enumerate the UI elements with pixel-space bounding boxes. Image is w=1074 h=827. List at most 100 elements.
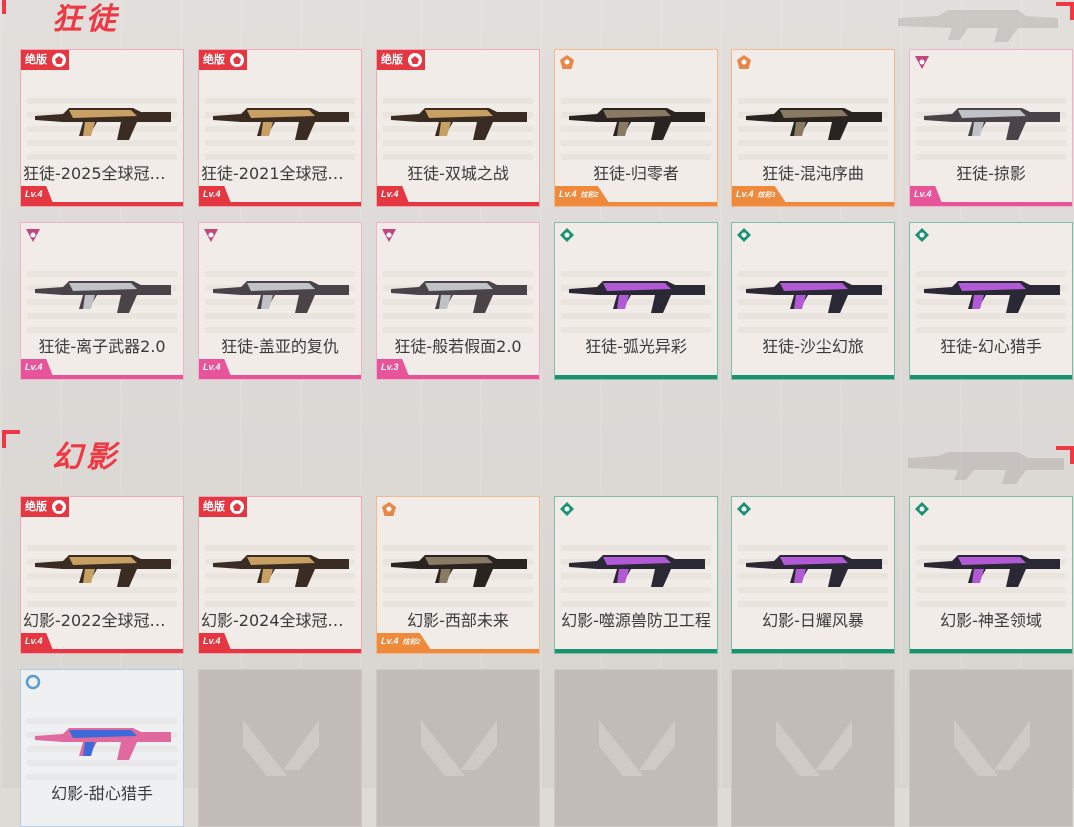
skin-card[interactable]: 狂徒-混沌序曲 Lv.4 炫彩3	[731, 49, 895, 207]
skin-card[interactable]: 绝版 狂徒-双城之战 Lv.4	[376, 49, 540, 207]
rarity-bar	[199, 649, 361, 653]
skin-name: 狂徒-弧光异彩	[585, 337, 687, 356]
skin-name: 狂徒-2025全球冠军赛	[23, 164, 182, 183]
phantom-silhouette-icon	[908, 452, 1064, 484]
rarity-bar	[910, 375, 1072, 379]
weapon-image	[746, 555, 882, 587]
weapon-image	[391, 555, 527, 587]
skin-card[interactable]: 幻影-噬源兽防卫工程	[554, 496, 718, 654]
skin-card[interactable]: 幻影-日耀风暴	[731, 496, 895, 654]
weapon-image	[35, 281, 171, 313]
skin-card[interactable]: 绝版 狂徒-2025全球冠军赛 Lv.4	[20, 49, 184, 207]
skin-name: 狂徒-幻心猎手	[940, 337, 1042, 356]
diamond-tier-icon	[560, 502, 574, 516]
valorant-logo-icon	[776, 720, 852, 776]
discontinued-badge: 绝版	[199, 497, 247, 517]
triangle-tier-icon	[915, 56, 929, 69]
weapon-image	[924, 555, 1060, 587]
weapon-image	[213, 281, 349, 313]
level-label: Lv.4	[25, 362, 43, 372]
skin-card[interactable]: 狂徒-离子武器2.0 Lv.4	[20, 222, 184, 380]
level-badge: Lv.4 炫彩2	[377, 633, 431, 649]
level-badge: Lv.4	[377, 186, 409, 202]
rarity-bar	[732, 202, 894, 206]
gem-icon	[52, 53, 66, 67]
skin-name: 狂徒-沙尘幻旅	[762, 337, 864, 356]
variant-label: 炫彩2	[580, 192, 599, 199]
section-corner-left	[2, 430, 20, 448]
discontinued-badge: 绝版	[199, 50, 247, 70]
discontinued-badge-label: 绝版	[203, 501, 225, 513]
empty-slot	[909, 669, 1073, 827]
skin-card[interactable]: 狂徒-沙尘幻旅	[731, 222, 895, 380]
level-label: Lv.4	[736, 189, 754, 199]
circle-tier-icon	[25, 674, 41, 690]
level-badge: Lv.4	[199, 359, 231, 375]
level-label: Lv.4	[203, 362, 221, 372]
rarity-bar	[377, 649, 539, 653]
level-label: Lv.4	[381, 636, 399, 646]
weapon-image	[569, 281, 705, 313]
skin-card[interactable]: 幻影-神圣领域	[909, 496, 1073, 654]
valorant-logo-icon	[243, 720, 319, 776]
rarity-bar	[21, 375, 183, 379]
section-corner-right	[1056, 2, 1074, 20]
skin-card[interactable]: 绝版狂徒-2021全球冠军赛 Lv.4	[198, 49, 362, 207]
triangle-tier-icon	[26, 229, 40, 242]
skin-card[interactable]: 狂徒-归零者 Lv.4 炫彩2	[554, 49, 718, 207]
rarity-bar	[199, 375, 361, 379]
rarity-bar	[732, 375, 894, 379]
discontinued-badge-label: 绝版	[25, 501, 47, 513]
skin-name: 狂徒-掠影	[956, 164, 1026, 183]
rarity-bar	[21, 649, 183, 653]
level-badge: Lv.4	[199, 633, 231, 649]
rarity-bar	[555, 202, 717, 206]
section-title-phantom: 幻影	[52, 440, 120, 475]
rarity-bar	[555, 375, 717, 379]
skin-card[interactable]: 狂徒-幻心猎手	[909, 222, 1073, 380]
level-badge: Lv.4	[21, 359, 53, 375]
skin-card[interactable]: 幻影-西部未来 Lv.4 炫彩2	[376, 496, 540, 654]
skin-name: 幻影-神圣领域	[940, 611, 1042, 630]
weapon-image	[746, 108, 882, 140]
skin-name: 幻影-2024全球冠军赛	[201, 611, 360, 630]
discontinued-badge: 绝版	[21, 50, 69, 70]
skin-card[interactable]: 狂徒-弧光异彩	[554, 222, 718, 380]
empty-slot	[376, 669, 540, 827]
rarity-bar	[732, 649, 894, 653]
empty-slot	[731, 669, 895, 827]
rarity-bar	[910, 649, 1072, 653]
skin-card[interactable]: 狂徒-掠影 Lv.4	[909, 49, 1073, 207]
rarity-bar	[21, 202, 183, 206]
level-badge: Lv.4	[21, 633, 53, 649]
diamond-tier-icon	[915, 228, 929, 242]
level-label: Lv.4	[25, 636, 43, 646]
skin-name: 幻影-西部未来	[407, 611, 509, 630]
gem-icon	[408, 53, 422, 67]
level-label: Lv.4	[203, 636, 221, 646]
level-label: Lv.3	[381, 362, 399, 372]
skin-card[interactable]: 绝版幻影-2022全球冠军赛 Lv.4	[20, 496, 184, 654]
skin-card[interactable]: 狂徒-般若假面2.0 Lv.3	[376, 222, 540, 380]
valorant-logo-icon	[954, 720, 1030, 776]
diamond-tier-icon	[915, 502, 929, 516]
skin-name: 幻影-日耀风暴	[762, 611, 864, 630]
weapon-image	[569, 108, 705, 140]
skin-name: 狂徒-2021全球冠军赛	[201, 164, 360, 183]
skin-card[interactable]: 幻影-甜心猎手	[20, 669, 184, 827]
rarity-bar	[377, 202, 539, 206]
skin-card[interactable]: 绝版幻影-2024全球冠军赛 Lv.4	[198, 496, 362, 654]
variant-label: 炫彩3	[757, 192, 776, 199]
weapon-image	[391, 108, 527, 140]
level-label: Lv.4	[559, 189, 577, 199]
section-title-vandal: 狂徒	[52, 2, 120, 37]
skin-card[interactable]: 狂徒-盖亚的复仇 Lv.4	[198, 222, 362, 380]
gem-icon	[230, 53, 244, 67]
level-badge: Lv.4	[199, 186, 231, 202]
diamond-tier-icon	[737, 228, 751, 242]
weapon-image	[213, 555, 349, 587]
empty-slot	[198, 669, 362, 827]
skin-name: 幻影-2022全球冠军赛	[23, 611, 182, 630]
triangle-tier-icon	[204, 229, 218, 242]
pentagon-tier-icon	[382, 502, 396, 516]
